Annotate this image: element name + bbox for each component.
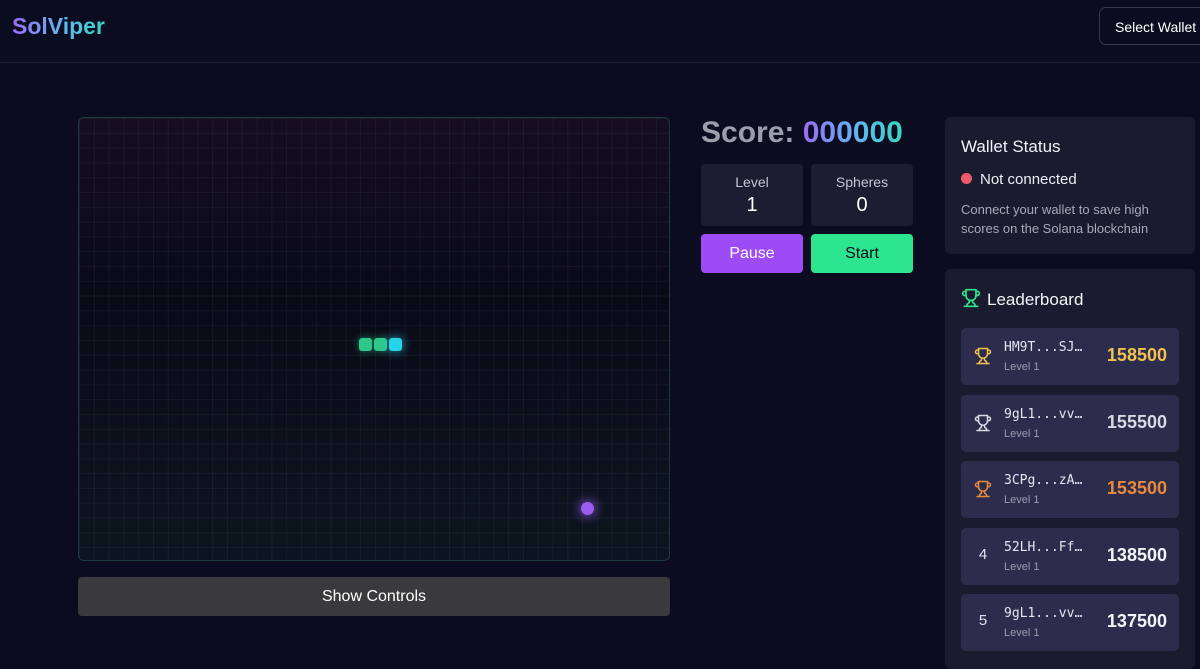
rank-badge: 5 [973,612,993,629]
spheres-value: 0 [856,194,868,216]
leaderboard-row: 9gL1...vv… Level 1 155500 [961,394,1179,452]
player-score: 138500 [1106,544,1167,565]
player-score: 158500 [1106,345,1167,365]
player-level: Level 1 [1004,560,1040,573]
rank-badge [973,479,993,498]
level-value: 1 [746,194,758,216]
start-button[interactable]: Start [811,234,913,273]
player-level: Level 1 [1004,627,1040,639]
leaderboard-title: Leaderboard [987,290,1084,309]
wallet-status-title: Wallet Status [961,137,1061,156]
top-bar: SolViper Select Wallet [0,0,1200,63]
trophy-icon [961,288,981,308]
rank-badge [973,346,993,365]
leaderboard-header: Leaderboard [961,288,1083,310]
player-address: 9gL1...vv… [1004,406,1083,422]
spheres-stat: Spheres 0 [811,164,913,226]
player-level: Level 1 [1004,361,1040,373]
leaderboard-row: 5 9gL1...vv… Level 1 137500 [961,594,1179,651]
leaderboard-row: HM9T...SJ… Level 1 158500 [961,328,1179,385]
score-label: Score: [701,116,795,149]
score-value: 000000 [802,116,903,149]
player-score: 155500 [1106,411,1167,432]
player-score: 153500 [1106,478,1167,498]
rank-badge [973,413,993,432]
player-address: 9gL1...vv… [1004,606,1083,621]
wallet-status-panel: Wallet Status Not connected Connect your… [945,117,1195,254]
status-dot-icon [961,173,972,184]
spheres-label: Spheres [835,174,889,190]
leaderboard-panel: Leaderboard HM9T...SJ… Level 1 158500 9gL1.… [945,269,1195,669]
rank-badge: 4 [973,546,993,563]
snake-head [389,338,402,351]
snake-body-segment [359,338,372,351]
level-label: Level [735,174,769,190]
rank-number: 4 [978,545,988,563]
player-level: Level 1 [1004,494,1040,506]
rank-number: 5 [978,612,988,629]
leaderboard-row: 3CPg...zA… Level 1 153500 [961,461,1179,518]
bronze-trophy-icon [974,480,992,498]
level-stat: Level 1 [701,164,803,226]
connection-status-text: Not connected [980,171,1077,188]
game-board[interactable] [78,117,670,561]
snake-body-segment [374,338,387,351]
app-logo: SolViper [12,13,105,39]
player-level: Level 1 [1004,427,1040,440]
player-address: HM9T...SJ… [1004,340,1083,355]
silver-trophy-icon [974,414,992,431]
energy-sphere [581,502,594,515]
gold-trophy-icon [974,347,992,365]
player-address: 52LH...Ff… [1004,539,1083,555]
pause-button[interactable]: Pause [701,234,803,273]
show-controls-button[interactable]: Show Controls [78,577,670,616]
player-score: 137500 [1106,611,1167,631]
player-address: 3CPg...zA… [1004,473,1083,488]
select-wallet-button[interactable]: Select Wallet [1099,7,1200,45]
wallet-note: Connect your wallet to save high scores … [961,202,1149,236]
connection-status: Not connected [961,171,1077,188]
score-display: Score: 000000 [701,116,903,150]
leaderboard-row: 4 52LH...Ff… Level 1 138500 [961,527,1179,585]
